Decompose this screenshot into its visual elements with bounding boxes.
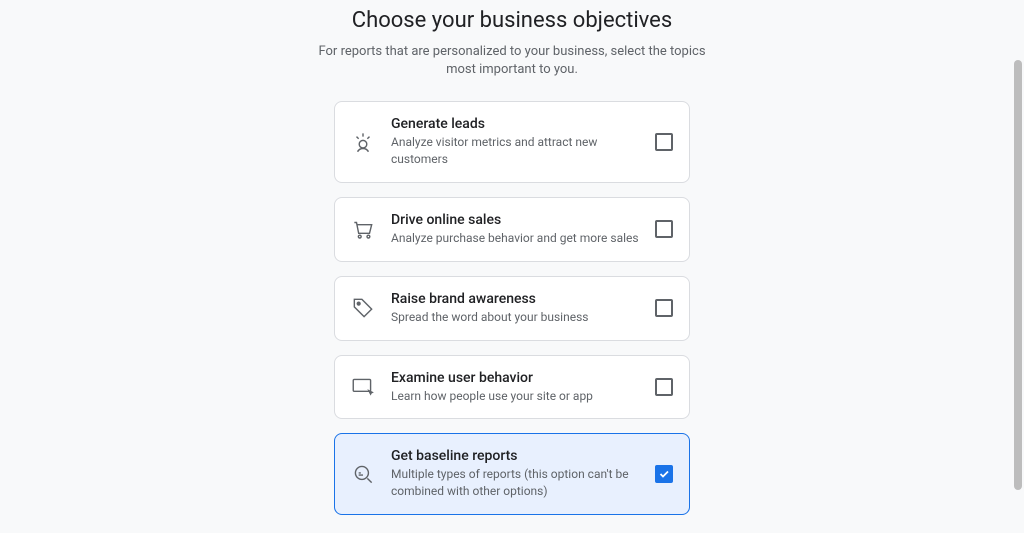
option-title: Get baseline reports [391, 448, 641, 464]
option-examine-user-behavior[interactable]: Examine user behavior Learn how people u… [334, 355, 690, 420]
option-desc: Analyze purchase behavior and get more s… [391, 230, 641, 247]
checkbox[interactable] [655, 133, 673, 151]
checkbox[interactable] [655, 378, 673, 396]
option-drive-online-sales[interactable]: Drive online sales Analyze purchase beha… [334, 197, 690, 262]
option-generate-leads[interactable]: Generate leads Analyze visitor metrics a… [334, 101, 690, 183]
option-desc: Multiple types of reports (this option c… [391, 466, 641, 500]
option-title: Examine user behavior [391, 370, 641, 386]
option-get-baseline-reports[interactable]: Get baseline reports Multiple types of r… [334, 433, 690, 515]
option-desc: Analyze visitor metrics and attract new … [391, 134, 641, 168]
monitor-cursor-icon [349, 373, 377, 401]
checkbox[interactable] [655, 220, 673, 238]
magnify-report-icon [349, 460, 377, 488]
checkbox[interactable] [655, 465, 673, 483]
page-title: Choose your business objectives [352, 8, 672, 33]
cart-icon [349, 215, 377, 243]
option-raise-brand-awareness[interactable]: Raise brand awareness Spread the word ab… [334, 276, 690, 341]
option-title: Raise brand awareness [391, 291, 641, 307]
checkbox[interactable] [655, 299, 673, 317]
option-desc: Spread the word about your business [391, 309, 641, 326]
option-desc: Learn how people use your site or app [391, 388, 641, 405]
scrollbar[interactable] [1014, 60, 1022, 490]
page-subtitle: For reports that are personalized to you… [312, 43, 712, 79]
objectives-list: Generate leads Analyze visitor metrics a… [334, 101, 690, 515]
tag-icon [349, 294, 377, 322]
leads-icon [349, 128, 377, 156]
option-title: Generate leads [391, 116, 641, 132]
option-title: Drive online sales [391, 212, 641, 228]
